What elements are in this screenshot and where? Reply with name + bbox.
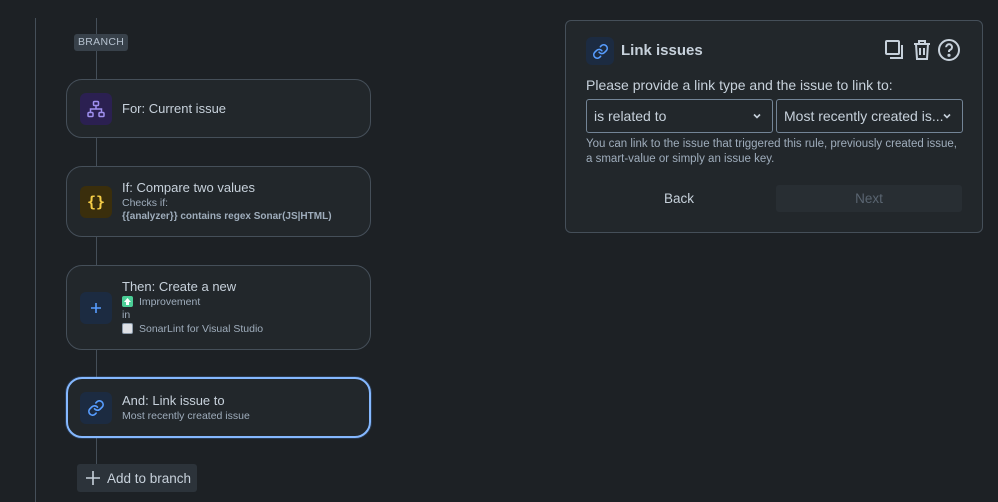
- outer-rail: [35, 18, 36, 502]
- add-to-branch-label: Add to branch: [107, 470, 192, 486]
- step-card-for[interactable]: For: Current issue: [66, 79, 371, 138]
- condition-detail: {{analyzer}} contains regex Sonar(JS|HTM…: [122, 211, 332, 222]
- trash-icon[interactable]: [910, 38, 934, 62]
- step-card-then[interactable]: Then: Create a new Improvement in SonarL…: [66, 265, 371, 350]
- project-label: SonarLint for Visual Studio: [139, 323, 264, 335]
- connector-line: [96, 350, 97, 377]
- panel-title: Link issues: [621, 42, 703, 59]
- plus-icon: [86, 471, 100, 485]
- target-issue-select[interactable]: Most recently created is...: [776, 99, 963, 133]
- panel-prompt: Please provide a link type and the issue…: [586, 77, 893, 93]
- step-title: For: Current issue: [122, 101, 227, 116]
- chevron-down-icon: [943, 113, 951, 119]
- step-subtitle: Checks if:: [122, 197, 169, 209]
- connector-line: [96, 438, 97, 464]
- chevron-down-icon: [753, 113, 761, 119]
- braces-icon: {}: [80, 186, 112, 218]
- step-title: Then: Create a new: [122, 279, 237, 294]
- link-issues-panel: Link issues Please provide a link type a…: [565, 20, 983, 233]
- help-icon[interactable]: [937, 38, 961, 62]
- link-type-value: is related to: [594, 108, 667, 124]
- project-avatar-icon: [122, 323, 133, 334]
- in-label: in: [122, 309, 131, 321]
- step-title: If: Compare two values: [122, 180, 255, 195]
- helper-text: You can link to the issue that triggered…: [586, 138, 957, 165]
- step-subtitle: Most recently created issue: [122, 410, 250, 422]
- target-issue-value: Most recently created is...: [784, 108, 944, 124]
- plus-icon: [80, 292, 112, 324]
- issue-type: Improvement: [122, 296, 200, 308]
- link-type-select[interactable]: is related to: [586, 99, 773, 133]
- step-title: And: Link issue to: [122, 393, 225, 408]
- connector-line: [96, 138, 97, 166]
- improvement-icon: [122, 296, 133, 307]
- step-card-and[interactable]: And: Link issue to Most recently created…: [66, 377, 371, 438]
- back-button[interactable]: Back: [586, 185, 772, 212]
- duplicate-icon[interactable]: [883, 38, 907, 62]
- link-icon: [586, 37, 614, 65]
- link-icon: [80, 392, 112, 424]
- next-button[interactable]: Next: [776, 185, 962, 212]
- add-to-branch-button[interactable]: Add to branch: [77, 464, 197, 492]
- issue-type-label: Improvement: [139, 296, 201, 308]
- project: SonarLint for Visual Studio: [122, 323, 263, 335]
- connector-line: [96, 237, 97, 265]
- hierarchy-icon: [80, 93, 112, 125]
- branch-badge: BRANCH: [74, 34, 129, 51]
- step-card-if[interactable]: {} If: Compare two values Checks if: {{a…: [66, 166, 371, 237]
